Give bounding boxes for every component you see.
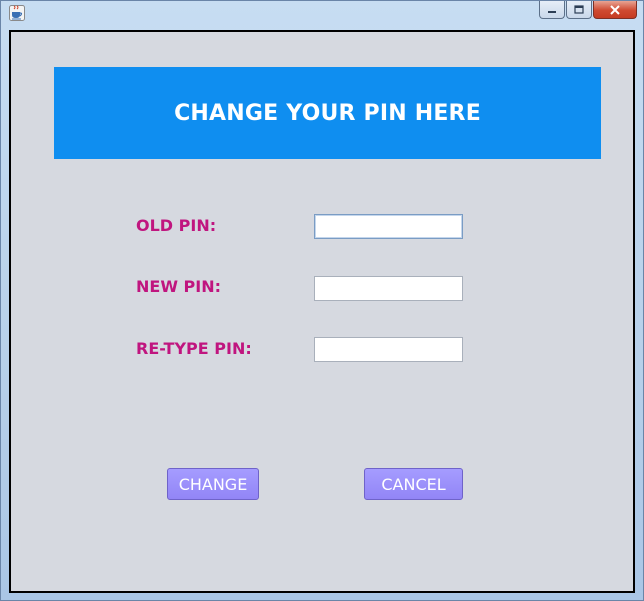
change-button[interactable]: CHANGE (167, 468, 259, 500)
cancel-button[interactable]: CANCEL (364, 468, 463, 500)
java-cup-icon[interactable] (9, 5, 25, 21)
new-pin-label: NEW PIN: (136, 277, 222, 296)
maximize-button[interactable] (566, 1, 592, 19)
retype-pin-label: RE-TYPE PIN: (136, 339, 252, 358)
close-icon (610, 4, 620, 15)
old-pin-field[interactable] (314, 214, 463, 239)
retype-pin-field[interactable] (314, 337, 463, 362)
window-controls (539, 1, 637, 19)
minimize-button[interactable] (539, 1, 565, 19)
change-pin-panel: CHANGE YOUR PIN HERE OLD PIN: NEW PIN: R… (9, 30, 635, 593)
title-bar[interactable] (1, 1, 643, 25)
page-title: CHANGE YOUR PIN HERE (174, 100, 481, 126)
header-banner: CHANGE YOUR PIN HERE (54, 67, 601, 159)
app-window: CHANGE YOUR PIN HERE OLD PIN: NEW PIN: R… (0, 0, 644, 601)
close-button[interactable] (593, 1, 637, 19)
maximize-icon (574, 5, 584, 14)
minimize-icon (548, 10, 556, 13)
new-pin-field[interactable] (314, 276, 463, 301)
old-pin-label: OLD PIN: (136, 216, 217, 235)
